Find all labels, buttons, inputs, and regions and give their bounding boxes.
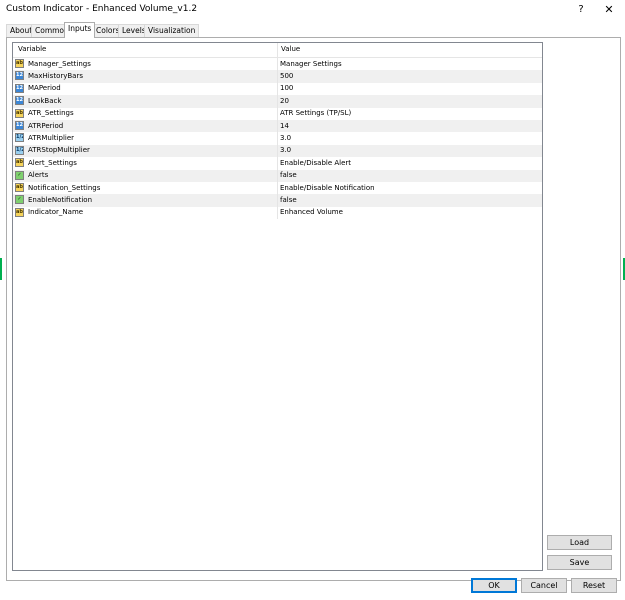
integer-type-icon: 123 bbox=[15, 121, 24, 130]
grid-header: Variable Value bbox=[13, 43, 542, 58]
title-bar: Custom Indicator - Enhanced Volume_v1.2 … bbox=[0, 0, 625, 19]
column-divider bbox=[277, 144, 278, 158]
variable-value[interactable]: Manager Settings bbox=[280, 60, 342, 68]
integer-type-icon: 123 bbox=[15, 71, 24, 81]
integer-type-icon: 123 bbox=[15, 83, 24, 93]
variable-value[interactable]: 14 bbox=[280, 122, 289, 130]
variable-value[interactable]: Enable/Disable Notification bbox=[280, 184, 375, 192]
variable-value[interactable]: 500 bbox=[280, 72, 293, 80]
variable-name: Manager_Settings bbox=[28, 59, 91, 68]
boolean-type-icon: ✓ bbox=[15, 170, 24, 180]
string-type-icon: ab bbox=[15, 207, 24, 217]
variable-name: Indicator_Name bbox=[28, 208, 84, 217]
close-button[interactable]: ✕ bbox=[601, 2, 617, 17]
help-button[interactable]: ? bbox=[573, 2, 589, 17]
reset-button[interactable]: Reset bbox=[571, 578, 617, 593]
double-type-icon: 1/2 bbox=[15, 145, 24, 155]
variable-value[interactable]: false bbox=[280, 171, 297, 179]
column-divider bbox=[277, 70, 278, 83]
table-row[interactable]: 1/2 ATRStopMultiplier 3.0 bbox=[13, 144, 542, 158]
variable-name: ATRMultiplier bbox=[28, 133, 75, 142]
variable-value[interactable]: 100 bbox=[280, 84, 293, 92]
table-row[interactable]: ab Alert_Settings Enable/Disable Alert bbox=[13, 157, 542, 170]
boolean-type-icon: ✓ bbox=[15, 195, 24, 205]
column-divider bbox=[277, 132, 278, 145]
string-type-icon: ab bbox=[15, 108, 24, 118]
variable-name: Alert_Settings bbox=[28, 158, 77, 167]
table-row[interactable]: ab Notification_Settings Enable/Disable … bbox=[13, 182, 542, 195]
string-type-icon: ab bbox=[15, 183, 24, 192]
column-divider bbox=[277, 194, 278, 207]
variable-value[interactable]: false bbox=[280, 196, 297, 204]
column-divider bbox=[277, 58, 278, 71]
table-row[interactable]: 123 ATRPeriod 14 bbox=[13, 120, 542, 133]
variable-value[interactable]: 3.0 bbox=[280, 134, 291, 142]
string-type-icon: ab bbox=[15, 158, 24, 168]
table-row[interactable]: 123 MAPeriod 100 bbox=[13, 82, 542, 96]
variable-name: Notification_Settings bbox=[28, 183, 101, 192]
variable-name: EnableNotification bbox=[28, 195, 93, 204]
column-divider bbox=[277, 169, 278, 182]
variable-name: ATR_Settings bbox=[28, 109, 74, 118]
table-row[interactable]: 123 MaxHistoryBars 500 bbox=[13, 70, 542, 83]
table-row[interactable]: ✓ Alerts false bbox=[13, 169, 542, 182]
table-row[interactable]: ✓ EnableNotification false bbox=[13, 194, 542, 207]
variable-value[interactable]: Enhanced Volume bbox=[280, 208, 343, 216]
variable-name: ATRPeriod bbox=[28, 121, 64, 130]
column-header-value[interactable]: Value bbox=[281, 45, 300, 53]
integer-type-icon: 123 bbox=[15, 96, 24, 106]
table-row[interactable]: ab Manager_Settings Manager Settings bbox=[13, 58, 542, 71]
variable-value[interactable]: Enable/Disable Alert bbox=[280, 159, 351, 167]
column-divider bbox=[277, 157, 278, 170]
variable-name: LookBack bbox=[28, 96, 62, 105]
column-divider[interactable] bbox=[277, 43, 278, 57]
column-divider bbox=[277, 120, 278, 133]
cancel-button[interactable]: Cancel bbox=[521, 578, 567, 593]
variable-value[interactable]: ATR Settings (TP/SL) bbox=[280, 109, 351, 117]
table-row[interactable]: 123 LookBack 20 bbox=[13, 95, 542, 108]
variable-name: MaxHistoryBars bbox=[28, 71, 83, 80]
variable-name: Alerts bbox=[28, 171, 49, 180]
tab-visualization[interactable]: Visualization bbox=[144, 24, 200, 37]
column-divider bbox=[277, 206, 278, 220]
variable-name: ATRStopMultiplier bbox=[28, 146, 90, 155]
save-button[interactable]: Save bbox=[547, 555, 612, 570]
table-row[interactable]: 1/2 ATRMultiplier 3.0 bbox=[13, 132, 542, 145]
column-header-variable[interactable]: Variable bbox=[18, 45, 46, 53]
string-type-icon: ab bbox=[15, 59, 24, 68]
load-button[interactable]: Load bbox=[547, 535, 612, 550]
background-chart-fragment bbox=[0, 258, 2, 280]
variable-name: MAPeriod bbox=[28, 84, 61, 93]
table-row[interactable]: ab ATR_Settings ATR Settings (TP/SL) bbox=[13, 107, 542, 120]
variable-value[interactable]: 3.0 bbox=[280, 146, 291, 154]
column-divider bbox=[277, 95, 278, 108]
variable-value[interactable]: 20 bbox=[280, 97, 289, 105]
table-row[interactable]: ab Indicator_Name Enhanced Volume bbox=[13, 206, 542, 220]
inputs-grid[interactable]: Variable Value ab Manager_Settings Manag… bbox=[12, 42, 543, 571]
column-divider bbox=[277, 182, 278, 195]
ok-button[interactable]: OK bbox=[471, 578, 517, 593]
column-divider bbox=[277, 107, 278, 120]
column-divider bbox=[277, 82, 278, 96]
double-type-icon: 1/2 bbox=[15, 133, 24, 143]
tab-inputs[interactable]: Inputs bbox=[64, 22, 96, 38]
window-title: Custom Indicator - Enhanced Volume_v1.2 bbox=[6, 4, 198, 14]
